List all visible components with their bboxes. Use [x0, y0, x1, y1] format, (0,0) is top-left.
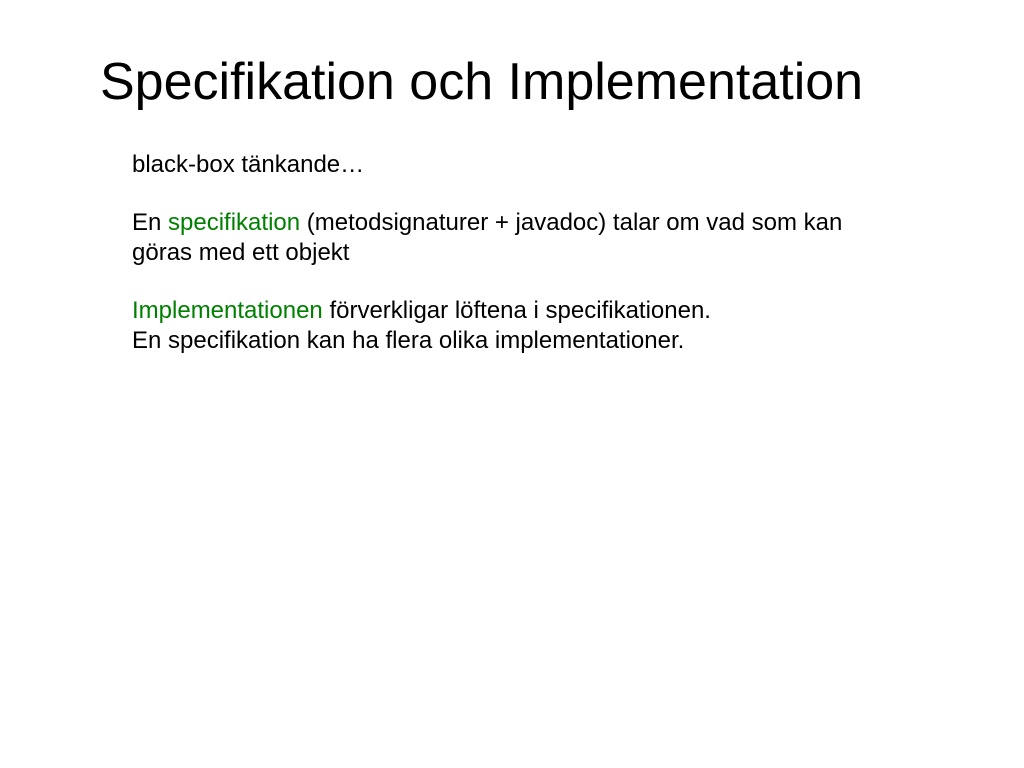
keyword-implementationen: Implementationen	[132, 297, 323, 324]
paragraph-implementation: Implementationen förverkligar löftena i …	[132, 296, 892, 356]
paragraph-blackbox: black-box tänkande…	[132, 150, 892, 180]
slide-body: black-box tänkande… En specifikation (me…	[132, 150, 892, 384]
text-rest: förverkligar löftena i specifikationen.	[323, 297, 711, 324]
slide: Specifikation och Implementation black-b…	[0, 0, 1024, 768]
text-pre: En	[132, 209, 168, 236]
slide-title: Specifikation och Implementation	[100, 52, 863, 112]
keyword-specifikation: specifikation	[168, 209, 300, 236]
text-line2: En specifikation kan ha flera olika impl…	[132, 327, 684, 354]
paragraph-specifikation: En specifikation (metodsignaturer + java…	[132, 208, 892, 268]
